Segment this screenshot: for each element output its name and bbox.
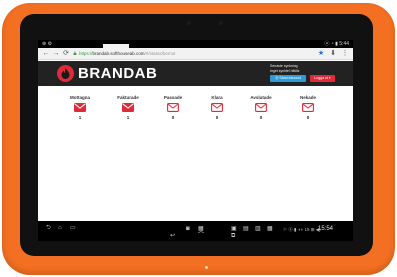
status-column-klara[interactable]: Klara 0 xyxy=(197,95,237,125)
envelope-outline-icon xyxy=(167,103,179,112)
reload-icon[interactable]: ⟳ xyxy=(61,49,71,59)
status-column-fakturade[interactable]: Fakturade 1 xyxy=(108,95,148,125)
sync-info: Senaste synkning Inget synkfel hittills xyxy=(270,64,340,73)
status-column-mottagna[interactable]: Mottagna 1 xyxy=(60,95,100,125)
front-camera xyxy=(219,21,223,25)
status-column-passade[interactable]: Passade 0 xyxy=(153,95,193,125)
system-status: ⚐ ⓐ ▮ ◖◗ 15 ⊞ ◀) xyxy=(283,227,321,232)
sync-info-line: Inget synkfel hittills xyxy=(270,68,300,73)
brand-name: BRANDAB xyxy=(78,65,158,82)
back-arrow-icon[interactable]: ← xyxy=(41,49,51,59)
android-status-bar: ⊕ ⚙ ⓐ ◔ ▮ 5:44 xyxy=(38,40,353,48)
status-column-avslutade[interactable]: Avslutade 0 xyxy=(241,95,281,125)
column-label: Fakturade xyxy=(117,95,139,100)
column-label: Avslutade xyxy=(250,95,272,100)
send-inbound-button[interactable]: Ⓞ Sänd inbound xyxy=(270,75,306,82)
column-count: 0 xyxy=(306,115,310,120)
menu-kebab-icon[interactable]: ⋮ xyxy=(340,49,350,59)
column-label: Mottagna xyxy=(70,95,90,100)
bookmark-star-icon[interactable]: ★ xyxy=(316,49,326,59)
app-header: BRANDAB Senaste synkning Inget synkfel h… xyxy=(38,61,353,86)
sensor-dot xyxy=(187,21,191,25)
nav-home-icon[interactable]: ⌒ xyxy=(198,233,204,240)
envelope-outline-icon xyxy=(255,103,267,112)
nav-recent-apps-icon[interactable]: ⧉ xyxy=(231,233,235,240)
status-right-info: ⓐ ◔ ▮ 5:44 xyxy=(324,41,349,47)
files-icon[interactable]: ▦ xyxy=(267,226,273,233)
notes-icon[interactable]: ▤ xyxy=(243,226,249,233)
column-count: 0 xyxy=(171,115,175,120)
download-icon[interactable]: ⬇ xyxy=(328,49,338,59)
envelope-filled-icon xyxy=(74,103,86,112)
status-left-icons: ⊕ ⚙ xyxy=(42,41,53,47)
forward-arrow-icon[interactable]: → xyxy=(51,49,61,59)
home-indicator xyxy=(205,266,208,269)
back-icon[interactable]: ⮌ xyxy=(46,225,51,232)
column-count: 0 xyxy=(215,115,219,120)
settings-icon[interactable]: ▥ xyxy=(255,226,261,233)
recents-icon[interactable]: ▭ xyxy=(70,225,76,232)
envelope-outline-icon xyxy=(302,103,314,112)
column-count: 1 xyxy=(126,115,130,120)
status-column-nekade[interactable]: Nekade 0 xyxy=(288,95,328,125)
screenshot-icon[interactable]: ▣ xyxy=(231,226,237,233)
camera-icon[interactable]: ◙ xyxy=(186,226,190,233)
url-path: /#/status/bemot xyxy=(144,51,176,56)
envelope-outline-icon xyxy=(211,103,223,112)
envelope-filled-icon xyxy=(122,103,134,112)
flame-logo-icon xyxy=(57,65,74,82)
home-icon[interactable]: ⌂ xyxy=(58,225,62,232)
clock: 15:54 xyxy=(318,226,334,232)
gallery-icon[interactable]: ▦ xyxy=(198,226,204,233)
column-count: 1 xyxy=(78,115,82,120)
column-label: Passade xyxy=(163,95,183,100)
column-label: Nekade xyxy=(299,95,316,100)
column-count: 0 xyxy=(259,115,263,120)
browser-toolbar: ← → ⟳ 🔒︎ https://brandab.softhouseab.com… xyxy=(38,48,353,60)
url-host: brandab.softhouseab.com xyxy=(92,51,145,56)
logout-button[interactable]: Logga ut ▾ xyxy=(310,75,335,82)
android-nav-bar: ⮌ ⌂ ▭ ◙ ▦ ▣ ▤ ▥ ▦ ⚐ ⓐ ▮ ◖◗ 15 ⊞ ◀) 15:54… xyxy=(38,221,353,241)
lock-icon: 🔒︎ xyxy=(73,51,77,57)
tablet-screen: ⊕ ⚙ ⓐ ◔ ▮ 5:44 ← → ⟳ 🔒︎ https://brandab.… xyxy=(38,40,353,241)
address-bar[interactable]: https://brandab.softhouseab.com/#/status… xyxy=(79,50,175,58)
url-scheme: https:// xyxy=(79,51,93,56)
column-label: Klara xyxy=(211,95,223,100)
nav-back-arrow-icon[interactable]: ↩ xyxy=(170,233,175,240)
